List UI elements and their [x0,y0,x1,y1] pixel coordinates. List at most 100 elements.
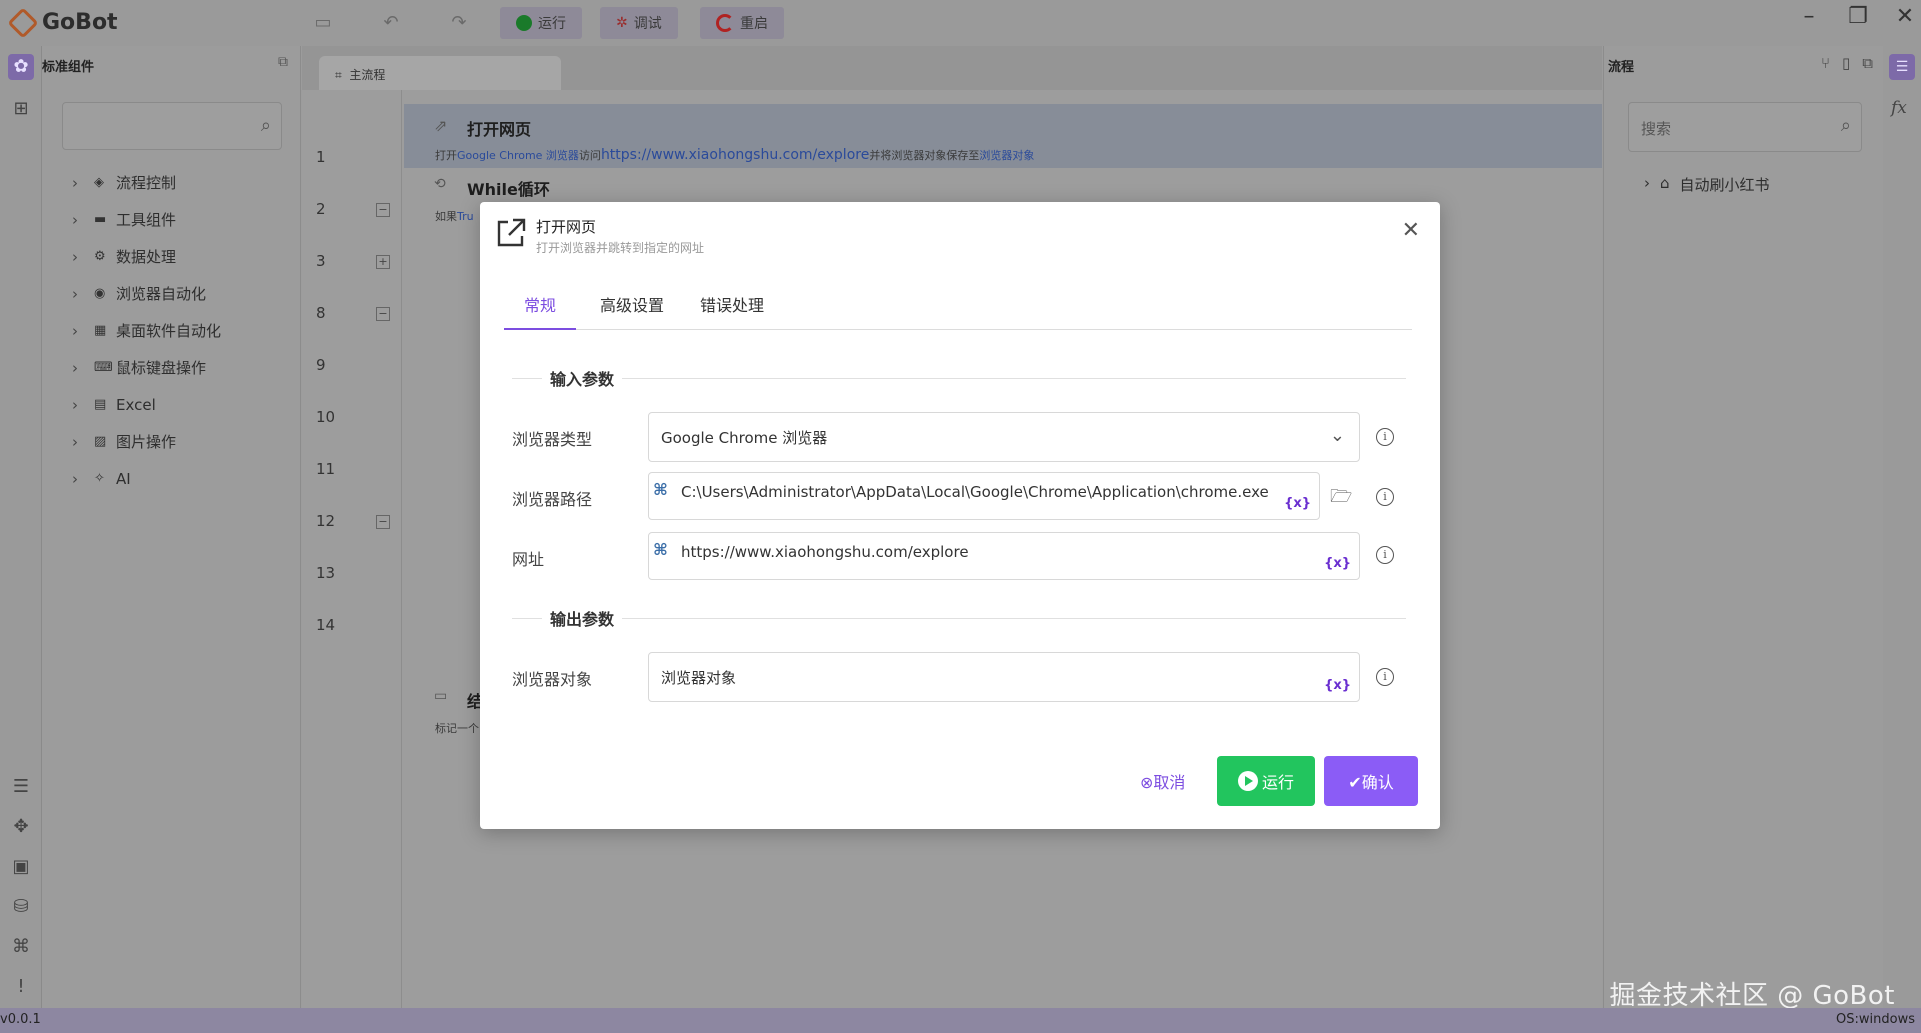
info-icon[interactable]: i [1376,428,1394,446]
tab-strip: ⌗ 主流程 [302,46,1602,90]
line-number: 3 [316,252,326,270]
info-icon[interactable]: i [1376,488,1394,506]
chevron-right-icon: › [72,395,78,414]
input-section-label: 输入参数 [542,366,623,390]
left-rail: ✿ ⊞ ☰ ✥ ▣ ⛁ ⌘ ! [0,46,42,1008]
run-button[interactable]: 运行 [1217,756,1315,806]
step-title: 打开网页 [467,120,532,139]
function-icon[interactable]: fx [1891,98,1907,118]
variable-button[interactable]: {x} [1284,496,1311,511]
tree-item[interactable]: › ▤ Excel [72,386,221,423]
tree-item[interactable]: › ◈ 流程控制 [72,164,221,201]
variable-button[interactable]: {x} [1324,678,1351,693]
minimize-icon[interactable]: – [1794,4,1824,29]
restore-icon[interactable]: ❐ [1843,4,1873,29]
browser-path-label: 浏览器路径 [512,490,593,509]
database-icon[interactable]: ⛁ [8,894,34,920]
line-number: 12 [316,512,336,530]
tree-item[interactable]: › ▦ 桌面软件自动化 [72,312,221,349]
outline-icon[interactable]: ☰ [1889,54,1915,80]
chevron-right-icon: › [1644,174,1650,192]
step-title-while: While循环 [467,180,550,199]
restart-toolbar-button[interactable]: 重启 [700,7,784,39]
collapse-icon[interactable]: − [376,203,390,217]
cancel-button[interactable]: ⊗取消 [1140,769,1185,793]
dialog-tabs: 常规 高级设置 错误处理 [504,282,1412,330]
redo-icon[interactable]: ↷ [446,10,472,36]
tree-item-label: 工具组件 [116,211,177,229]
run-toolbar-button[interactable]: 运行 [500,7,582,39]
tree-item[interactable]: › ⌨ 鼠标键盘操作 [72,349,221,386]
app-name: GoBot [42,10,118,35]
url-value: https://www.xiaohongshu.com/explore [681,543,969,561]
image-icon[interactable]: ▣ [8,854,34,880]
tree-item-label: 流程控制 [116,174,177,192]
tree-item[interactable]: › ▬ 工具组件 [72,201,221,238]
collapse-icon[interactable]: − [376,515,390,529]
close-icon[interactable]: ✕ [1402,218,1420,243]
browser-object-label: 浏览器对象 [512,670,593,689]
browser-path-input[interactable]: ⌘ C:\Users\Administrator\AppData\Local\G… [648,472,1320,520]
tree-item-label: Excel [116,395,156,414]
info-icon[interactable]: i [1376,546,1394,564]
debug-toolbar-button[interactable]: ✲ 调试 [600,7,678,39]
tab-advanced[interactable]: 高级设置 [600,282,664,330]
image-icon: ▨ [94,434,107,449]
popout-icon[interactable]: ⧉ [1862,54,1873,72]
layout-icon[interactable]: ⊞ [8,96,34,122]
toolbox-icon: ▬ [94,212,107,227]
tree-item[interactable]: › ◉ 浏览器自动化 [72,275,221,312]
python-icon: ⌘ [653,540,668,559]
collapse-icon[interactable]: − [376,307,390,321]
tree-item-label: 数据处理 [116,248,177,266]
undo-icon[interactable]: ↶ [378,10,404,36]
python-icon: ⌘ [653,480,668,499]
tree-item[interactable]: › ✧ AI [72,460,221,497]
search-icon: ⌕ [260,115,271,136]
tab-main-flow[interactable]: ⌗ 主流程 [319,56,561,90]
popout-icon[interactable]: ⧉ [278,54,288,70]
tree-item[interactable]: › ⚙ 数据处理 [72,238,221,275]
alert-icon[interactable]: ! [8,974,34,1000]
browser-object-input[interactable]: 浏览器对象 {x} [648,652,1360,702]
browser-type-value: Google Chrome 浏览器 [661,429,828,447]
expand-icon[interactable]: + [376,255,390,269]
flow-tree-item[interactable]: › ⌂ 自动刷小红书 [1644,174,1770,195]
browser-type-label: 浏览器类型 [512,430,593,449]
tab-error-handling[interactable]: 错误处理 [700,282,764,330]
play-circle-icon [1237,771,1258,791]
browser-type-select[interactable]: Google Chrome 浏览器 ⌄ [648,412,1360,462]
url-input[interactable]: ⌘ https://www.xiaohongshu.com/explore {x… [648,532,1360,580]
chevron-right-icon: › [72,284,78,303]
play-icon [516,15,532,31]
plugin-icon[interactable]: ✥ [8,814,34,840]
flow-search-input[interactable]: 搜索 ⌕ [1628,102,1862,152]
branch-icon[interactable]: ⑂ [1821,54,1830,72]
save-icon[interactable]: ▭ [310,10,336,36]
tab-general[interactable]: 常规 [504,282,576,330]
python-icon[interactable]: ⌘ [8,934,34,960]
os-label: OS:windows [1836,1012,1915,1027]
components-icon[interactable]: ✿ [8,54,34,80]
flow-panel: 流程 ⑂ ▯ ⧉ 搜索 ⌕ › ⌂ 自动刷小红书 [1603,46,1883,1008]
tree-item-label: 图片操作 [116,433,177,451]
tree-item-label: 桌面软件自动化 [116,322,222,340]
dialog-title: 打开网页 [536,218,597,236]
browser-object-value: 浏览器对象 [661,669,737,687]
line-number: 11 [316,460,336,478]
home-icon: ⌂ [1660,174,1670,192]
step-desc: 打开Google Chrome 浏览器访问https://www.xiaohon… [435,147,1035,163]
folder-open-icon[interactable]: 🗁 [1330,484,1352,514]
open-link-icon: ⇗ [434,116,448,135]
variable-button[interactable]: {x} [1324,556,1351,571]
component-search-input[interactable]: ⌕ [62,102,282,150]
line-number: 1 [316,148,326,166]
line-number: 13 [316,564,336,582]
confirm-button[interactable]: ✔确认 [1324,756,1418,806]
info-icon[interactable]: i [1376,668,1394,686]
list-icon[interactable]: ☰ [8,774,34,800]
close-window-icon[interactable]: ✕ [1890,4,1920,29]
tree-item[interactable]: › ▨ 图片操作 [72,423,221,460]
flow-name: 自动刷小红书 [1679,176,1770,194]
new-file-icon[interactable]: ▯ [1842,54,1850,72]
